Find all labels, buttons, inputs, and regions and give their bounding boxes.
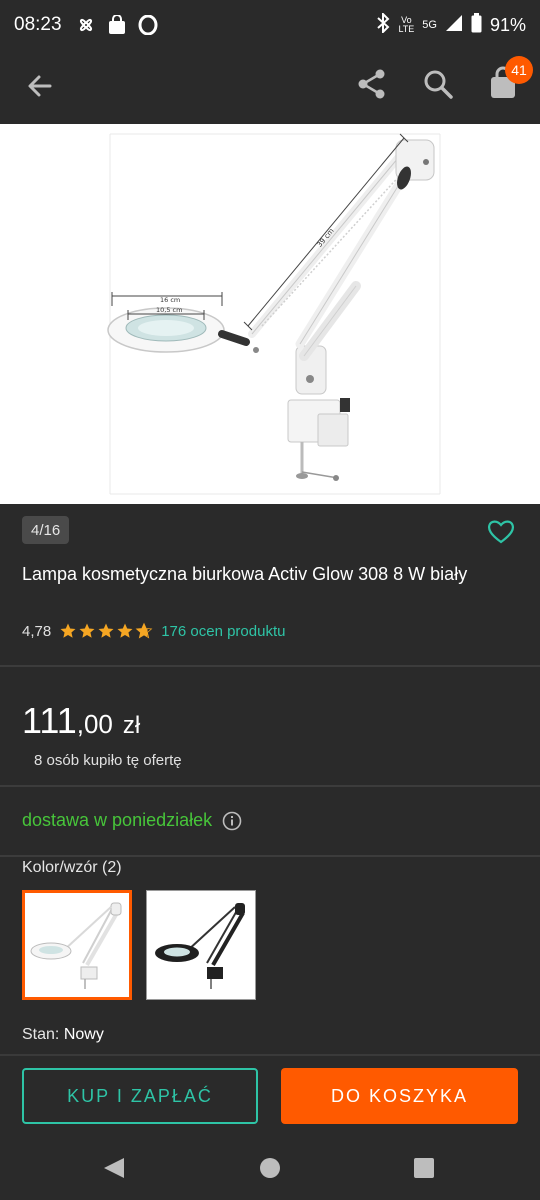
image-counter: 4/16 [22,516,70,544]
product-image[interactable]: 39 cm 16 cm 10,5 cm [0,124,540,504]
condition-value: Nowy [63,1026,104,1043]
divider [0,785,540,787]
status-bar: 08:23 Vo LTE 5G 91% [0,0,540,50]
price-currency: zł [122,712,141,739]
nav-home-icon[interactable] [258,1156,282,1180]
divider [0,665,540,667]
nav-recents-icon[interactable] [412,1156,436,1180]
volte-indicator: Vo LTE [398,15,415,34]
shopping-bag-icon [108,15,126,35]
share-icon[interactable] [354,66,390,102]
variant-label: Kolor/wzór (2) [22,859,122,876]
dimension-label-inner: 10,5 cm [156,306,182,314]
star-icon [117,623,133,638]
signal-icon [445,14,463,37]
search-icon[interactable] [420,66,456,102]
add-to-cart-button[interactable]: DO KOSZYKA [281,1068,518,1124]
variant-white[interactable] [22,890,132,1000]
reviews-link[interactable]: 176 ocen produktu [161,623,285,640]
condition: Stan: Nowy [22,1026,104,1044]
price-main: 111 [22,700,77,741]
buy-now-button[interactable]: KUP I ZAPŁAĆ [22,1068,258,1124]
rating-row[interactable]: 4,78 176 ocen produktu [22,622,285,640]
rating-stars [59,622,153,640]
app-bar: 41 [0,50,540,122]
star-icon [98,623,114,638]
action-bar: KUP I ZAPŁAĆ DO KOSZYKA [0,1054,540,1134]
back-arrow-icon[interactable] [22,68,58,104]
battery-percent: 91% [489,14,526,35]
rating-value: 4,78 [22,622,52,640]
price-cents: ,00 [76,709,113,739]
product-title: Lampa kosmetyczna biurkowa Activ Glow 30… [22,564,468,584]
variant-black[interactable] [146,890,256,1000]
status-time: 08:23 [14,14,62,35]
delivery-info[interactable]: dostawa w poniedziałek [22,810,242,831]
nav-back-icon[interactable] [100,1154,128,1182]
cart-count-badge: 41 [505,56,533,84]
battery-icon [471,12,482,38]
network-type: 5G [422,18,437,31]
fan-icon [76,15,96,35]
delivery-label: dostawa w poniedziałek [22,810,213,830]
info-icon[interactable] [222,811,242,831]
opera-icon [138,15,158,35]
heart-icon[interactable] [486,516,516,546]
bluetooth-icon [376,11,390,38]
condition-label: Stan: [22,1026,60,1043]
price: 111,00 zł [22,700,140,742]
status-right: Vo LTE 5G 91% [376,11,526,38]
star-half-icon [135,622,153,639]
bought-count: 8 osób kupiło tę ofertę [34,752,182,769]
dimension-label-outer: 16 cm [160,296,180,304]
system-nav-bar [0,1134,540,1200]
divider [0,855,540,857]
star-icon [79,623,95,638]
star-icon [60,623,76,638]
